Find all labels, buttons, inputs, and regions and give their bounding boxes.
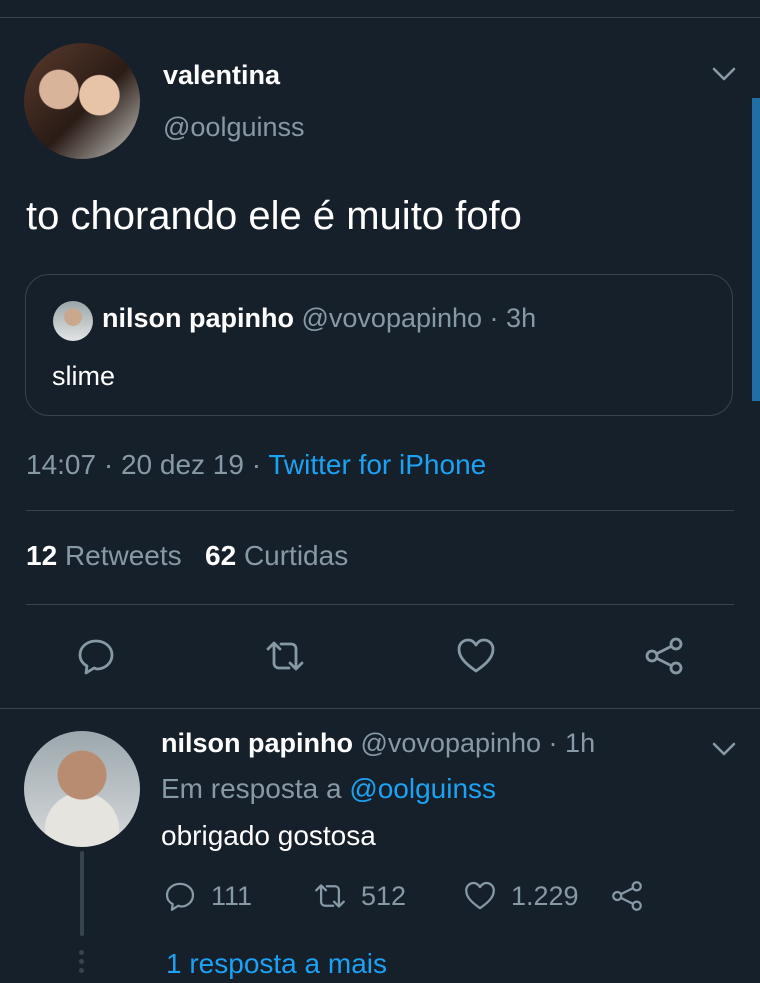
likes-label: Curtidas [243,540,349,571]
retweets-stat[interactable]: 12 Retweets [26,540,182,571]
like-icon [465,881,495,910]
quoted-tweet-text: slime [52,361,116,391]
divider [0,708,760,709]
reply-text: obrigado gostosa [161,820,376,851]
reply-author-handle[interactable]: @vovopapinho [361,728,542,758]
reply-to-mention[interactable]: @oolguinss [349,773,496,804]
author-handle[interactable]: @oolguinss [163,112,305,143]
quoted-author-avatar [53,301,93,341]
divider [26,510,734,511]
scrollbar[interactable] [752,98,760,401]
chevron-down-icon[interactable] [711,64,737,84]
tweet-stats: 12 Retweets 62 Curtidas [26,540,348,572]
more-replies-link[interactable]: 1 resposta a mais [166,948,387,980]
reply-to-line: Em resposta a @oolguinss [161,773,496,805]
quoted-tweet-card[interactable]: nilson papinho @vovopapinho · 3h slime [25,274,733,416]
thread-line [80,851,84,936]
top-divider [0,17,760,18]
tweet-text: to chorando ele é muito fofo [26,194,522,238]
meta-separator: · [243,449,269,480]
chevron-down-icon[interactable] [711,739,737,759]
reply-icon[interactable] [75,635,117,677]
quoted-tweet-header: nilson papinho @vovopapinho · 3h [102,303,536,334]
quoted-time: 3h [506,303,537,333]
reply-like-button[interactable]: 1.229 [463,878,579,914]
author-name[interactable]: valentina [163,60,280,91]
reply-reply-count: 111 [211,880,253,911]
tweet-source-link[interactable]: Twitter for iPhone [268,449,486,480]
reply-share-button[interactable] [610,878,644,914]
tweet-meta: 14:07 · 20 dez 19 · Twitter for iPhone [26,449,486,481]
reply-header: nilson papinho @vovopapinho · 1h [161,728,595,759]
retweets-label: Retweets [64,540,182,571]
retweets-count: 12 [26,540,58,571]
likes-count: 62 [205,540,237,571]
reply-author-avatar[interactable] [24,731,140,847]
quoted-separator: · [482,303,507,333]
reply-time: 1h [565,728,596,758]
quoted-author-name: nilson papinho [102,303,294,333]
thread-dots [79,950,85,977]
author-avatar[interactable] [24,43,140,159]
share-icon[interactable] [643,635,685,677]
like-icon[interactable] [455,635,497,677]
retweet-icon [315,884,345,908]
share-icon [612,881,642,911]
reply-to-label: Em resposta a [161,773,342,804]
quoted-author-handle: @vovopapinho [301,303,483,333]
divider [26,604,734,605]
reply-like-count: 1.229 [511,880,579,911]
reply-author-name[interactable]: nilson papinho [161,728,353,758]
reply-separator: · [541,728,566,758]
reply-icon [165,882,195,911]
tweet-timestamp: 14:07 · 20 dez 19 [26,449,244,480]
reply-reply-button[interactable]: 111 [163,878,252,914]
retweet-icon[interactable] [264,635,306,677]
reply-retweet-button[interactable]: 512 [313,878,406,914]
likes-stat[interactable]: 62 Curtidas [205,540,348,571]
reply-retweet-count: 512 [361,880,407,911]
